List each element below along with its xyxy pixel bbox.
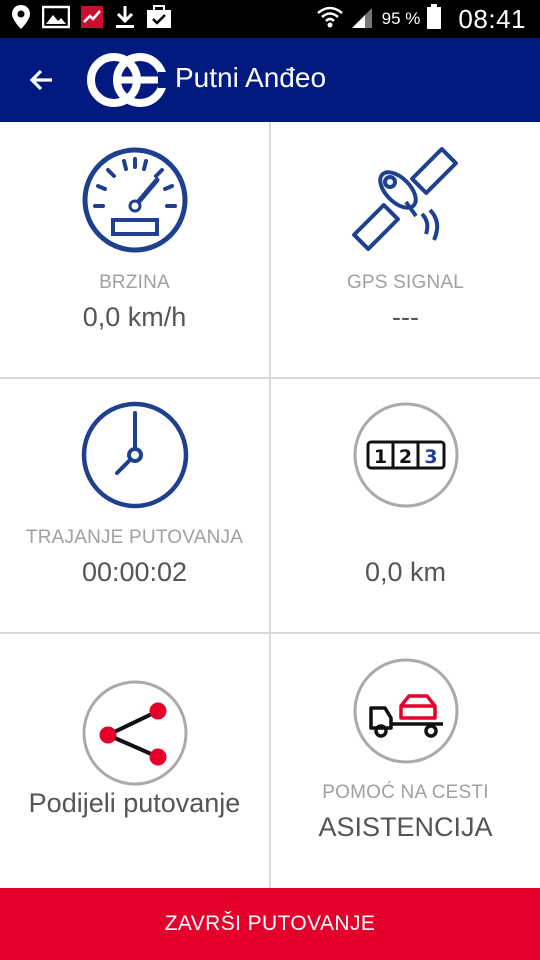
signal-icon [350, 5, 374, 34]
app-bar: Putni Anđeo [0, 38, 540, 122]
satellite-icon [351, 147, 458, 251]
trip-dashboard-grid: BRZINA 0,0 km/h GPS SIGNAL --- TRAJANJE … [0, 122, 540, 889]
clock-time: 08:41 [458, 3, 526, 34]
status-bar: 95 % 08:41 [0, 0, 540, 38]
gps-value: --- [392, 302, 419, 332]
app-notification-icon [80, 5, 104, 34]
gps-label: GPS SIGNAL [346, 272, 465, 293]
company-logo [86, 52, 168, 113]
speed-value: 0,0 km/h [82, 302, 187, 332]
battery-percent: 95 % [381, 9, 421, 28]
arrow-left-icon [29, 69, 52, 91]
download-icon [114, 4, 136, 35]
assistance-value: ASISTENCIJA [318, 812, 493, 842]
speed-label: BRZINA [99, 272, 170, 293]
end-trip-button[interactable]: ZAVRŠI PUTOVANJE [0, 888, 540, 960]
status-bar-system: 95 % 08:41 [316, 0, 526, 38]
speedometer-icon [82, 147, 187, 253]
clock-icon [81, 401, 188, 509]
speed-tile: BRZINA 0,0 km/h [0, 122, 269, 377]
share-tile[interactable]: Podijeli putovanje [0, 634, 269, 889]
assistance-tile[interactable]: POMOĆ NA CESTI ASISTENCIJA [271, 634, 540, 889]
location-icon [10, 4, 32, 35]
duration-tile: TRAJANJE PUTOVANJA 00:00:02 [0, 379, 269, 634]
svg-text:3: 3 [424, 446, 437, 468]
svg-text:2: 2 [398, 446, 411, 468]
duration-value: 00:00:02 [81, 557, 188, 587]
duration-label: TRAJANJE PUTOVANJA [25, 527, 244, 548]
battery-icon [426, 3, 442, 35]
image-icon [41, 5, 71, 34]
status-bar-notifications [10, 4, 172, 35]
back-button[interactable] [22, 60, 62, 100]
svg-text:1: 1 [373, 446, 386, 468]
odometer-icon: 1 2 3 [353, 402, 458, 508]
distance-tile: 1 2 3 0,0 km [271, 379, 540, 634]
share-label: Podijeli putovanje [28, 788, 241, 818]
page-title: Putni Anđeo [175, 62, 327, 93]
briefcase-check-icon [146, 4, 172, 34]
assistance-label: POMOĆ NA CESTI [322, 782, 489, 803]
tow-truck-icon [353, 658, 458, 764]
wifi-icon [316, 6, 344, 33]
share-icon [82, 680, 187, 786]
gps-tile: GPS SIGNAL --- [271, 122, 540, 377]
distance-value: 0,0 km [364, 557, 447, 587]
